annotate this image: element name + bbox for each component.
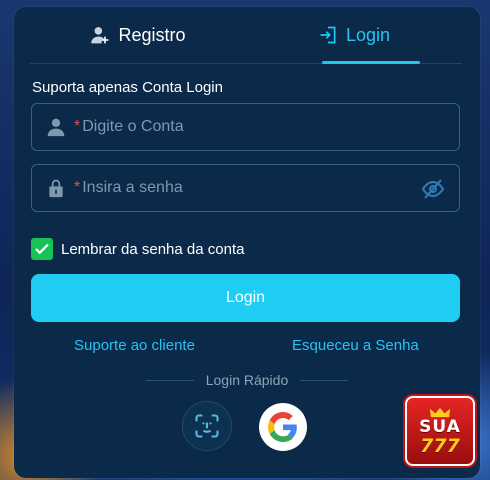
password-input[interactable] bbox=[82, 179, 459, 197]
remember-checkbox[interactable] bbox=[31, 238, 53, 260]
face-id-icon bbox=[195, 414, 219, 438]
required-mark: * bbox=[74, 118, 81, 135]
crown-icon bbox=[429, 407, 451, 418]
tab-registro[interactable]: Registro bbox=[30, 7, 246, 63]
quick-login-label: Login Rápido bbox=[205, 372, 289, 388]
check-icon bbox=[35, 243, 49, 255]
lock-icon bbox=[46, 178, 66, 198]
account-input[interactable] bbox=[82, 118, 459, 136]
add-user-icon bbox=[90, 25, 110, 45]
section-label: Suporta apenas Conta Login bbox=[32, 79, 223, 96]
forgot-password-link[interactable]: Esqueceu a Senha bbox=[292, 337, 419, 354]
google-icon bbox=[268, 412, 297, 442]
quick-login-divider: Login Rápido bbox=[14, 372, 480, 388]
tab-login-label: Login bbox=[345, 24, 391, 45]
login-button[interactable]: Login bbox=[31, 274, 460, 322]
tab-login[interactable]: Login bbox=[246, 7, 462, 64]
tab-registro-label: Registro bbox=[118, 24, 186, 45]
divider-line bbox=[300, 379, 349, 381]
support-link[interactable]: Suporte ao cliente bbox=[74, 337, 195, 354]
password-field[interactable]: * bbox=[31, 164, 460, 212]
remember-label: Lembrar da senha da conta bbox=[61, 240, 245, 258]
brand-logo-number: 777 bbox=[420, 434, 460, 457]
eye-off-icon[interactable] bbox=[421, 177, 445, 201]
divider-line bbox=[145, 379, 194, 381]
user-icon bbox=[46, 117, 66, 137]
remember-option[interactable]: Lembrar da senha da conta bbox=[31, 238, 244, 260]
brand-logo: SUA 777 bbox=[405, 396, 475, 466]
google-login-button[interactable] bbox=[259, 403, 307, 451]
login-icon bbox=[318, 25, 338, 45]
account-field[interactable]: * bbox=[31, 103, 460, 151]
auth-tabs: Registro Login bbox=[30, 7, 462, 64]
brand-logo-top: SUA bbox=[419, 416, 461, 437]
required-mark: * bbox=[74, 179, 81, 196]
face-id-button[interactable] bbox=[182, 401, 232, 451]
